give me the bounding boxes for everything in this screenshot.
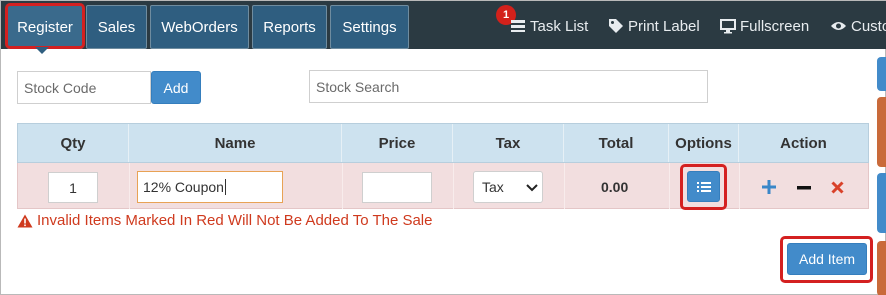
plus-icon[interactable] <box>762 180 776 194</box>
row-total: 0.00 <box>601 179 629 195</box>
cell-divider <box>342 163 343 209</box>
task-list-icon <box>511 20 525 32</box>
side-panel-tab[interactable] <box>877 57 886 91</box>
print-label-link[interactable]: Print Label <box>608 15 700 37</box>
tax-select[interactable]: Tax <box>473 171 543 203</box>
stock-code-input[interactable] <box>17 71 151 104</box>
qty-value: 1 <box>69 179 77 196</box>
add-stock-label: Add <box>163 79 189 96</box>
monitor-icon <box>720 18 736 33</box>
header-options: Options <box>669 124 739 162</box>
fullscreen-label: Fullscreen <box>740 17 810 35</box>
tab-reports-label: Reports <box>263 18 316 36</box>
cell-divider <box>739 163 740 209</box>
stock-search-input[interactable] <box>309 70 708 103</box>
cell-divider <box>453 163 454 209</box>
print-label-label: Print Label <box>628 17 700 35</box>
register-highlight <box>5 3 85 49</box>
delete-x-icon[interactable] <box>831 181 844 194</box>
item-name-value: 12% Coupon <box>143 179 224 195</box>
chevron-down-icon <box>526 184 538 192</box>
tab-weborders[interactable]: WebOrders <box>150 5 249 49</box>
fullscreen-link[interactable]: Fullscreen <box>720 15 809 37</box>
side-panel-tab[interactable] <box>877 241 886 295</box>
cell-divider <box>669 163 670 209</box>
price-input[interactable] <box>362 172 432 203</box>
tax-selected-value: Tax <box>482 179 504 195</box>
eye-icon <box>831 22 846 30</box>
tab-settings[interactable]: Settings <box>330 5 409 49</box>
side-panel-tab[interactable] <box>877 173 886 233</box>
tab-sales-label: Sales <box>97 18 136 36</box>
header-name: Name <box>129 124 342 162</box>
tab-sales[interactable]: Sales <box>86 5 147 49</box>
task-list-label: Task List <box>530 17 589 35</box>
customer-link[interactable]: Custo <box>830 15 886 37</box>
customer-label: Custo <box>851 17 886 35</box>
tab-weborders-label: WebOrders <box>161 18 238 36</box>
cell-divider <box>129 163 130 209</box>
text-cursor <box>224 179 226 195</box>
cell-divider <box>564 163 565 209</box>
qty-input[interactable]: 1 <box>48 172 98 203</box>
error-message: Invalid Items Marked In Red Will Not Be … <box>17 212 432 229</box>
add-item-highlight <box>780 236 873 283</box>
warning-icon <box>17 214 33 227</box>
side-panel-tab[interactable] <box>877 97 886 167</box>
minus-icon[interactable] <box>797 186 811 190</box>
header-action: Action <box>780 134 827 152</box>
item-name-input[interactable]: 12% Coupon <box>137 171 283 203</box>
add-stock-button[interactable]: Add <box>151 71 201 104</box>
header-qty: Qty <box>18 124 129 162</box>
error-message-text: Invalid Items Marked In Red Will Not Be … <box>37 212 433 229</box>
header-total: Total <box>564 124 669 162</box>
options-highlight <box>680 164 727 210</box>
tab-reports[interactable]: Reports <box>252 5 327 49</box>
tab-settings-label: Settings <box>342 18 397 36</box>
tag-icon <box>609 19 623 33</box>
header-tax: Tax <box>453 124 564 162</box>
active-tab-caret <box>35 47 49 54</box>
task-list-link[interactable]: Task List <box>510 15 588 37</box>
header-price: Price <box>342 124 453 162</box>
items-table-header: Qty Name Price Tax Total Options Action <box>17 123 869 163</box>
